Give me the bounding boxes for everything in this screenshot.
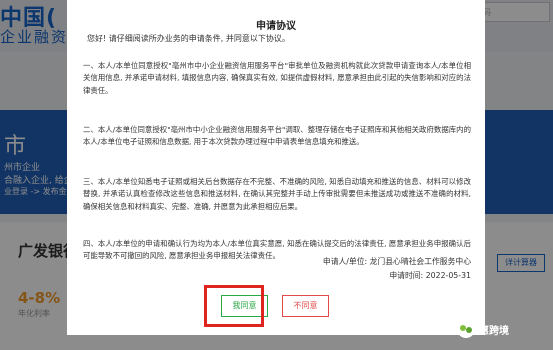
agreement-paragraph-3: 三、本人/本单位知悉电子证照或相关后台数据存在不完整、不准确的风险, 知悉自动填… [83,177,471,211]
watermark: 惠跨境 [457,318,509,340]
applicant-line: 申请人/单位: 龙门县心晴社会工作服务中心 [323,256,471,267]
date-value: 2022-05-31 [425,271,471,280]
agreement-dialog: 申请协议 您好! 请仔细阅读所办业务的申请条件, 并同意以下协议。 一、本人/本… [67,0,485,335]
disagree-button[interactable]: 不同意 [282,295,329,317]
dialog-title: 申请协议 [256,21,296,32]
date-line: 申请时间: 2022-05-31 [389,270,471,281]
applicant-value: 龙门县心晴社会工作服务中心 [369,257,471,266]
dialog-intro: 您好! 请仔细阅读所办业务的申请条件, 并同意以下协议。 [87,34,290,43]
highlight-annotation-box [204,285,264,327]
agreement-paragraph-1: 一、本人/本单位同意授权"亳州市中小企业融资信用服务平台"审批单位及融资机构就此… [83,61,471,95]
agreement-paragraph-2: 二、本人/本单位同意授权"亳州市中小企业融资信用服务平台"调取、整理存储在电子证… [83,125,471,147]
date-label: 申请时间: [389,271,424,280]
watermark-text: 惠跨境 [479,325,509,337]
wechat-icon [457,320,475,338]
applicant-label: 申请人/单位: [322,257,368,266]
